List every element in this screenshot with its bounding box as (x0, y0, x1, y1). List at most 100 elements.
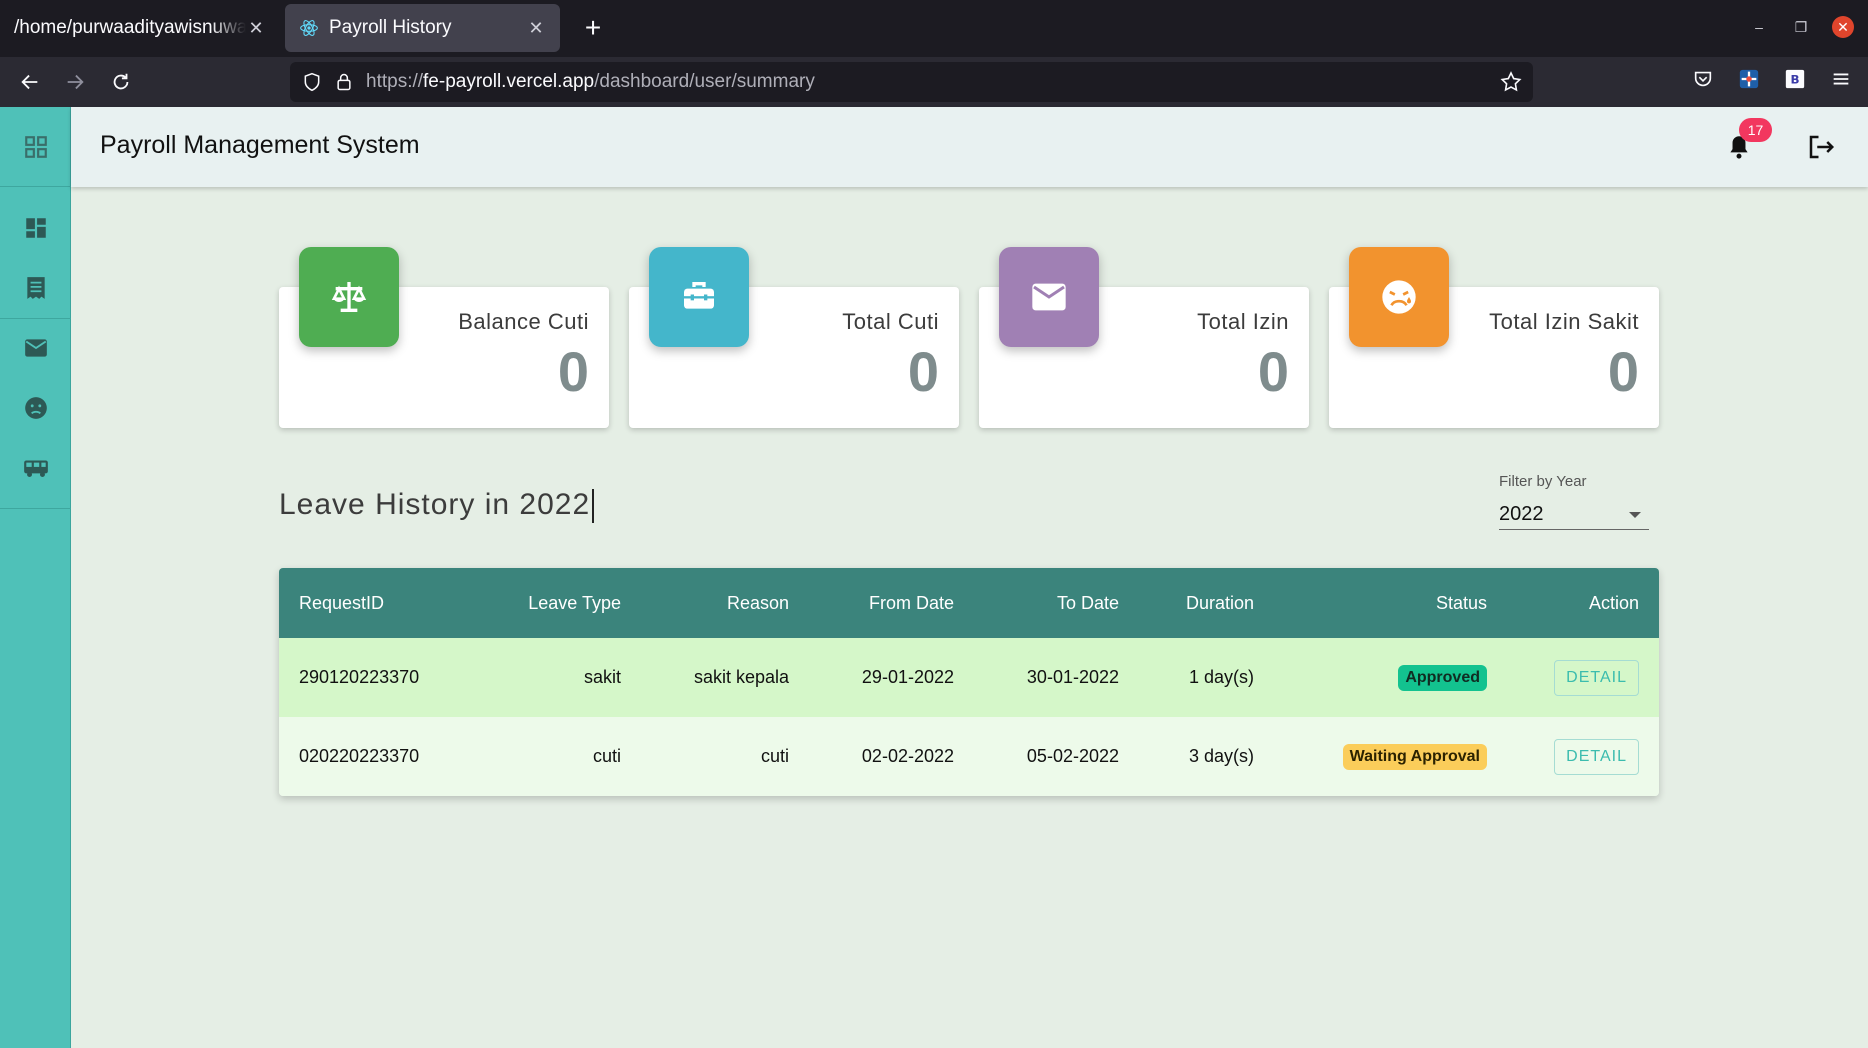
card-total-izin-sakit: Total Izin Sakit 0 (1329, 247, 1659, 428)
tab-close-icon[interactable]: ✕ (526, 18, 546, 39)
cell-action: DETAIL (1507, 738, 1659, 775)
text-cursor (592, 489, 595, 524)
card-icon-box (299, 247, 399, 347)
reload-icon[interactable] (104, 65, 138, 99)
app-title: Payroll Management System (100, 131, 420, 159)
cell-action: DETAIL (1507, 659, 1659, 696)
card-total-cuti: Total Cuti 0 (629, 247, 959, 428)
detail-button[interactable]: DETAIL (1554, 738, 1639, 775)
leave-history-title: Leave History in 2022 (279, 488, 595, 524)
sidebar-item-dashboard[interactable] (0, 198, 71, 258)
card-total-izin: Total Izin 0 (979, 247, 1309, 428)
cell-status: Approved (1274, 664, 1507, 691)
filter-label: Filter by Year (1499, 473, 1587, 490)
column-header: From Date (868, 592, 954, 613)
tab-title: Payroll History (329, 17, 452, 38)
cell-request-id: 020220223370 (299, 746, 420, 766)
cell-to-date: 05-02-2022 (1026, 746, 1119, 766)
pocket-icon[interactable] (1692, 68, 1714, 90)
bitwarden-icon[interactable]: B (1784, 68, 1806, 90)
logout-icon (1809, 135, 1835, 159)
toolbox-icon (684, 282, 714, 309)
card-label: Total Cuti (842, 309, 939, 334)
cell-duration: 3 day(s) (1188, 746, 1254, 766)
new-tab-button[interactable]: + (576, 12, 610, 46)
year-select[interactable]: 2022 (1499, 500, 1649, 530)
cell-status: Waiting Approval (1274, 743, 1507, 770)
sidebar-item-transport[interactable] (0, 438, 71, 498)
bookmark-star-icon[interactable] (1499, 70, 1523, 94)
card-label: Balance Cuti (458, 309, 589, 334)
card-label: Total Izin (1197, 309, 1289, 334)
column-header: Status (1435, 592, 1487, 613)
cell-reason: sakit kepala (693, 667, 789, 687)
cell-to-date: 30-01-2022 (1026, 667, 1119, 687)
column-header: Action (1588, 592, 1639, 613)
receipt-icon (26, 277, 45, 299)
lock-icon[interactable] (334, 72, 354, 92)
scale-icon (331, 282, 367, 312)
browser-navbar: https://fe-payroll.vercel.app/dashboard/… (0, 57, 1868, 107)
year-filter[interactable]: Filter by Year 2022 (1499, 473, 1649, 530)
url-text: https://fe-payroll.vercel.app/dashboard/… (366, 71, 815, 92)
sidebar-item-payroll[interactable] (0, 258, 71, 318)
shield-icon[interactable] (302, 72, 322, 92)
hamburger-menu-icon[interactable] (1830, 68, 1852, 90)
notification-badge: 17 (1739, 118, 1772, 142)
minimize-icon[interactable]: – (1748, 16, 1770, 38)
column-header: RequestID (299, 592, 385, 613)
cell-duration: 1 day(s) (1188, 667, 1254, 687)
restore-icon[interactable]: ❐ (1790, 16, 1812, 38)
sidebar-item-apps[interactable] (0, 117, 71, 177)
cell-reason: cuti (760, 746, 789, 766)
year-select-value: 2022 (1499, 503, 1544, 525)
table-row: 020220223370 cuti cuti 02-02-2022 05-02-… (279, 717, 1659, 796)
sick-face-icon (1382, 280, 1416, 314)
react-logo-icon (300, 20, 318, 36)
window-close-icon[interactable]: ✕ (1832, 16, 1854, 38)
leave-history-table: RequestID Leave Type Reason From Date To… (279, 568, 1659, 796)
svg-text:B: B (1790, 73, 1799, 87)
url-bar[interactable]: https://fe-payroll.vercel.app/dashboard/… (290, 62, 1533, 102)
sidebar-item-sick[interactable] (0, 378, 71, 438)
app-header: Payroll Management System 17 (71, 107, 1868, 187)
column-header: Duration (1185, 592, 1254, 613)
cell-leave-type: cuti (592, 746, 621, 766)
logout-button[interactable] (1806, 132, 1836, 167)
sidebar-item-mail[interactable] (0, 318, 71, 378)
cell-leave-type: sakit (583, 667, 621, 687)
browser-tab-terminal[interactable]: /home/purwaadityawisnuwardana ✕ (0, 4, 280, 52)
cell-request-id: 290120223370 (299, 667, 420, 687)
dropdown-arrow-icon (1629, 511, 1641, 518)
status-badge: Approved (1398, 664, 1487, 691)
card-value: 0 (1257, 340, 1289, 403)
column-header: Leave Type (528, 592, 621, 613)
browser-tabbar: /home/purwaadityawisnuwardana ✕ Payroll … (0, 0, 1868, 57)
cell-from-date: 02-02-2022 (861, 746, 954, 766)
card-icon-box (1349, 247, 1449, 347)
table-row: 290120223370 sakit sakit kepala 29-01-20… (279, 638, 1659, 717)
forward-icon[interactable] (58, 65, 92, 99)
card-balance-cuti: Balance Cuti 0 (279, 247, 609, 428)
tab-close-icon[interactable]: ✕ (246, 18, 266, 39)
card-label: Total Izin Sakit (1489, 309, 1639, 334)
card-icon-box (999, 247, 1099, 347)
sidebar (0, 107, 71, 1048)
column-header: To Date (1056, 592, 1119, 613)
detail-button[interactable]: DETAIL (1554, 659, 1639, 696)
sick-icon (24, 397, 47, 419)
card-icon-box (649, 247, 749, 347)
dashboard-icon (25, 218, 46, 238)
back-icon[interactable] (13, 65, 47, 99)
browser-tab-payroll[interactable]: Payroll History ✕ (285, 4, 560, 52)
apps-icon (24, 136, 47, 158)
tab-title: /home/purwaadityawisnuwardana (14, 17, 246, 38)
mail-icon (24, 339, 47, 357)
extension-icon[interactable] (1738, 68, 1760, 90)
status-badge: Waiting Approval (1342, 743, 1487, 770)
column-header: Reason (726, 592, 789, 613)
bus-icon (23, 460, 48, 477)
table-header: RequestID Leave Type Reason From Date To… (279, 568, 1659, 638)
mail-icon (1032, 283, 1066, 311)
card-value: 0 (557, 340, 589, 403)
